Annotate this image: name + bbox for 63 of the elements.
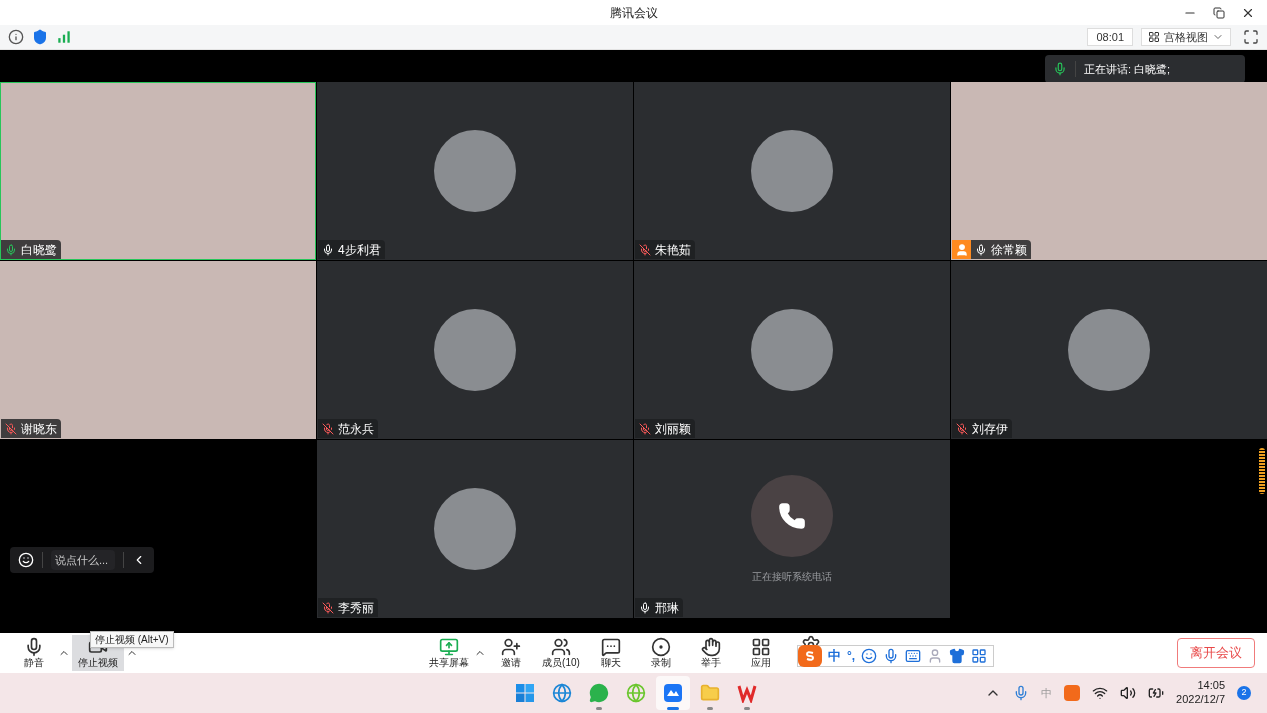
volume-icon[interactable] [1120, 685, 1137, 701]
name-label: 刘丽颖 [635, 419, 695, 438]
chat-bubble-icon [601, 636, 621, 657]
globe-icon [626, 683, 646, 703]
name-label: 朱艳茹 [635, 240, 695, 259]
clock[interactable]: 14:05 2022/12/7 [1176, 679, 1225, 707]
wifi-icon[interactable] [1092, 685, 1109, 701]
fullscreen-icon[interactable] [1243, 29, 1259, 45]
grid-icon[interactable] [971, 648, 988, 664]
ime-mode[interactable]: 中 [828, 646, 841, 666]
name-label: 邢琳 [635, 598, 683, 617]
users-icon [551, 636, 571, 657]
keyboard-icon[interactable] [905, 648, 922, 664]
meeting-timer: 08:01 [1087, 28, 1133, 46]
battery-icon[interactable] [1148, 685, 1165, 701]
name-label: 白晓鹭 [1, 240, 61, 259]
chat-bubble-icon [589, 683, 609, 703]
chat-button[interactable]: 聊天 [586, 635, 636, 671]
add-user-icon [501, 636, 521, 657]
name-label: 4步利君 [318, 240, 385, 259]
apps-button[interactable]: 应用 [736, 635, 786, 671]
mic-icon [24, 636, 44, 657]
meeting-taskbar-button[interactable] [656, 676, 690, 710]
name-label: 李秀丽 [318, 598, 378, 617]
office-logo-icon [737, 683, 757, 703]
grid-icon [1148, 31, 1160, 43]
shirt-icon[interactable] [949, 648, 966, 664]
sogou-tray-icon[interactable] [1064, 685, 1081, 701]
windows-logo-icon [515, 683, 535, 703]
hand-icon [701, 636, 721, 657]
grid-icon [751, 636, 771, 657]
folder-icon [700, 683, 720, 703]
speaking-indicator: 正在讲话: 白晓鹭; [1045, 55, 1245, 83]
call-status: 正在接听系统电话 [752, 569, 832, 584]
hand-button[interactable]: 举手 [686, 635, 736, 671]
notification-badge[interactable]: 2 [1237, 686, 1251, 700]
audio-level-drawing [1259, 448, 1265, 494]
record-icon [651, 636, 671, 657]
monitor-icon [439, 636, 459, 657]
name-label: 谢晓东 [1, 419, 61, 438]
mic-button[interactable]: 静音 [12, 635, 56, 671]
invite-button[interactable]: 邀请 [486, 635, 536, 671]
name-label: 范永兵 [318, 419, 378, 438]
s-logo-icon [804, 650, 816, 662]
window-title: 腾讯会议 [609, 4, 658, 22]
mic-icon [1053, 62, 1067, 76]
chat-input-field[interactable]: 说点什么... [51, 550, 115, 570]
record-button[interactable]: 录制 [636, 635, 686, 671]
restore-icon[interactable] [1213, 6, 1225, 19]
info-icon[interactable] [8, 29, 24, 45]
meeting-app-icon [663, 683, 683, 703]
name-label: 徐常颖 [971, 240, 1031, 259]
phone-icon [778, 501, 806, 530]
signal-icon[interactable] [56, 29, 72, 45]
leave-meeting-button[interactable]: 离开会议 [1177, 638, 1255, 668]
globe-icon [552, 683, 572, 703]
tooltip: 停止视频 (Alt+V) [90, 631, 174, 648]
members-button[interactable]: 成员(10) [536, 635, 586, 671]
shield-icon[interactable] [32, 29, 48, 45]
ime-punctuation[interactable]: °, [847, 647, 856, 665]
name-label: 刘存伊 [952, 419, 1012, 438]
view-mode-button[interactable]: 宫格视图 [1141, 28, 1231, 46]
share-button[interactable]: 共享屏幕 [424, 635, 474, 671]
